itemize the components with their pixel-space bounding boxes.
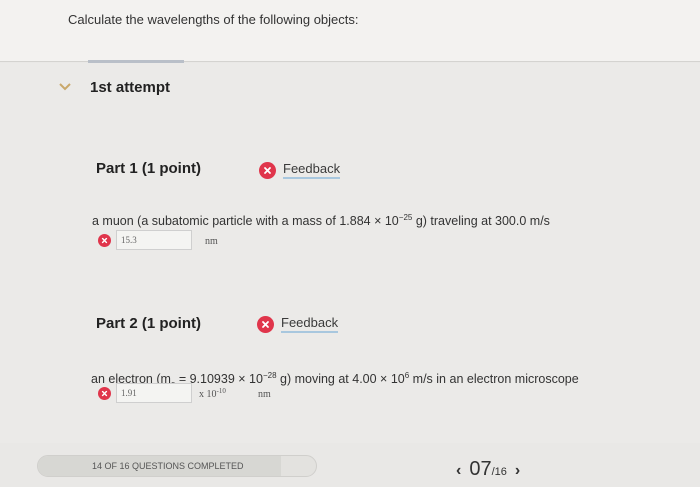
x-circle-icon bbox=[98, 386, 111, 400]
part-1-unit: nm bbox=[205, 236, 218, 247]
part-2-title: Part 2 (1 point) bbox=[96, 315, 202, 332]
part-2-unit: nm bbox=[258, 389, 271, 400]
progress-text: 14 OF 16 QUESTIONS COMPLETED bbox=[92, 461, 244, 471]
prev-question-button[interactable]: ‹ bbox=[456, 462, 461, 480]
question-text: Calculate the wavelengths of the followi… bbox=[68, 12, 359, 27]
question-pager: ‹ 07 /16 › bbox=[448, 458, 528, 481]
next-question-button[interactable]: › bbox=[515, 462, 520, 480]
part-2-feedback-link[interactable]: Feedback bbox=[257, 315, 339, 333]
x-circle-icon bbox=[259, 161, 276, 179]
question-header: Calculate the wavelengths of the followi… bbox=[0, 0, 700, 62]
total-questions: /16 bbox=[491, 466, 507, 478]
chevron-down-icon[interactable] bbox=[58, 82, 72, 92]
x-circle-icon bbox=[98, 233, 111, 247]
part-1-answer-row: 15.3 bbox=[98, 230, 192, 250]
part-2-answer-row: 1.91 bbox=[98, 383, 192, 403]
part-1-answer-input[interactable]: 15.3 bbox=[116, 230, 192, 250]
progress-bar: 14 OF 16 QUESTIONS COMPLETED bbox=[37, 455, 317, 477]
x-circle-icon bbox=[257, 315, 274, 333]
part-1-title: Part 1 (1 point) bbox=[96, 160, 202, 177]
feedback-label: Feedback bbox=[281, 315, 339, 333]
feedback-label: Feedback bbox=[283, 161, 341, 179]
part-2-multiplier: x 10-10 bbox=[199, 387, 226, 400]
part-1-prompt: a muon (a subatomic particle with a mass… bbox=[92, 213, 550, 228]
part-1-feedback-link[interactable]: Feedback bbox=[259, 161, 341, 179]
current-question-number: 07 bbox=[469, 458, 492, 480]
attempt-title[interactable]: 1st attempt bbox=[90, 79, 170, 96]
part-2-answer-input[interactable]: 1.91 bbox=[116, 383, 192, 403]
